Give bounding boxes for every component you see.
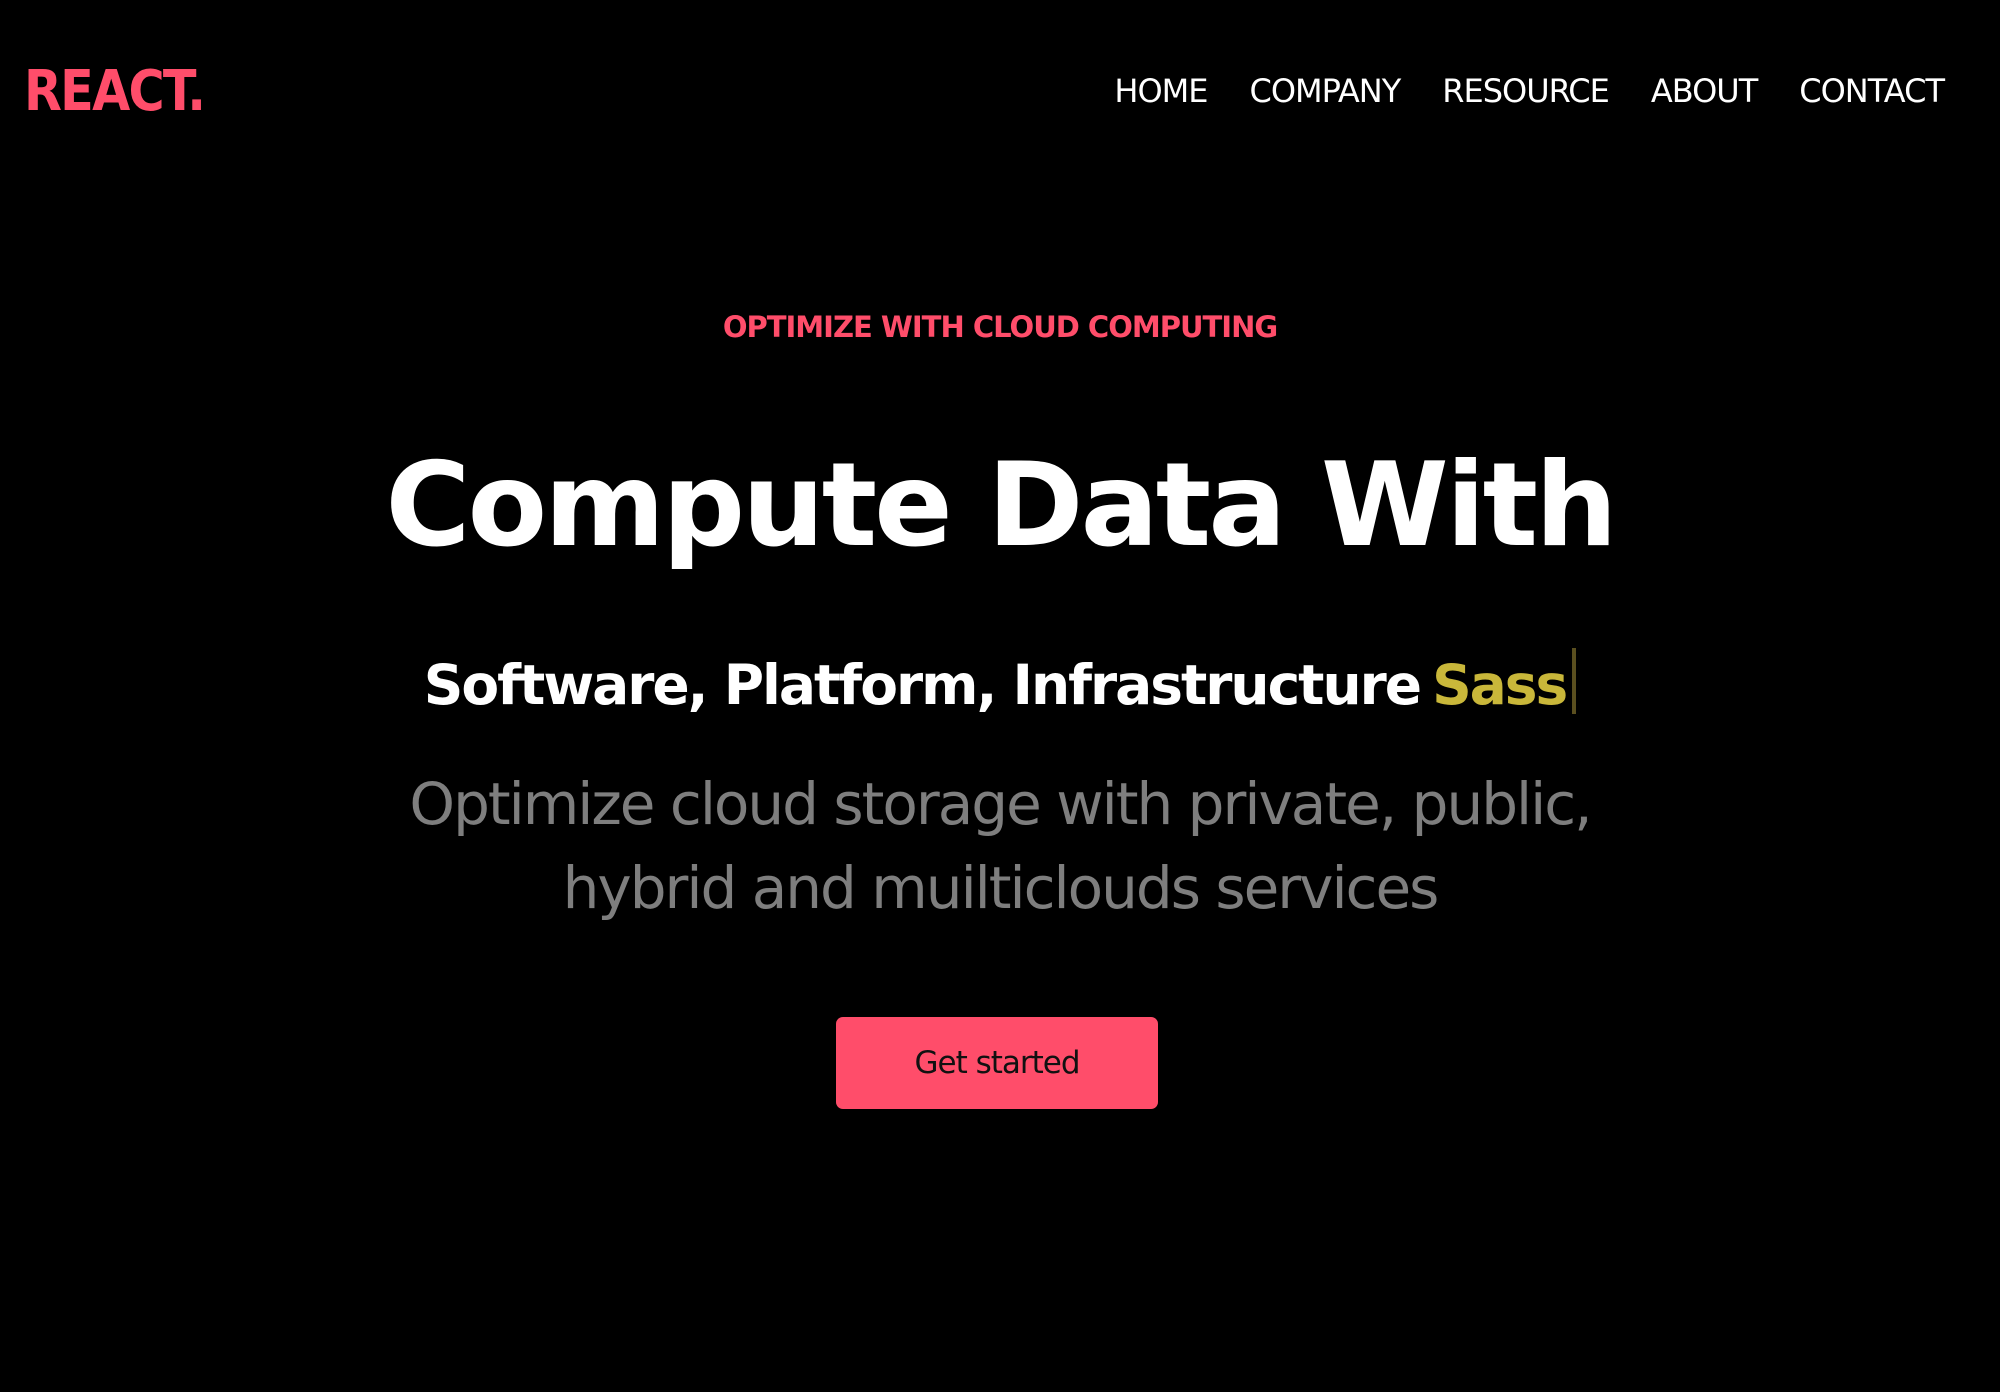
navbar: REACT. HOME COMPANY RESOURCE ABOUT CONTA… bbox=[0, 0, 2000, 180]
nav-menu: HOME COMPANY RESOURCE ABOUT CONTACT bbox=[1114, 64, 1945, 118]
hero-eyebrow: OPTIMIZE WITH CLOUD COMPUTING bbox=[722, 310, 1278, 344]
typed-word: Sass bbox=[1432, 653, 1568, 717]
nav-item-contact[interactable]: CONTACT bbox=[1799, 72, 1945, 110]
hero-section: OPTIMIZE WITH CLOUD COMPUTING Compute Da… bbox=[0, 180, 2000, 1180]
nav-item-home[interactable]: HOME bbox=[1114, 72, 1208, 110]
typed-static-text: Software, Platform, Infrastructure bbox=[423, 653, 1422, 717]
get-started-button[interactable]: Get started bbox=[836, 1017, 1158, 1109]
nav-item-company[interactable]: COMPANY bbox=[1249, 72, 1401, 110]
hero-description: Optimize cloud storage with private, pub… bbox=[409, 770, 1592, 922]
hero-headline: Compute Data With bbox=[385, 438, 1617, 573]
typing-cursor bbox=[1572, 648, 1577, 714]
typed-line: Software, Platform, Infrastructure Sass bbox=[0, 648, 2000, 717]
logo[interactable]: REACT. bbox=[24, 54, 206, 130]
nav-item-about[interactable]: ABOUT bbox=[1651, 72, 1758, 110]
nav-item-resource[interactable]: RESOURCE bbox=[1442, 72, 1610, 110]
